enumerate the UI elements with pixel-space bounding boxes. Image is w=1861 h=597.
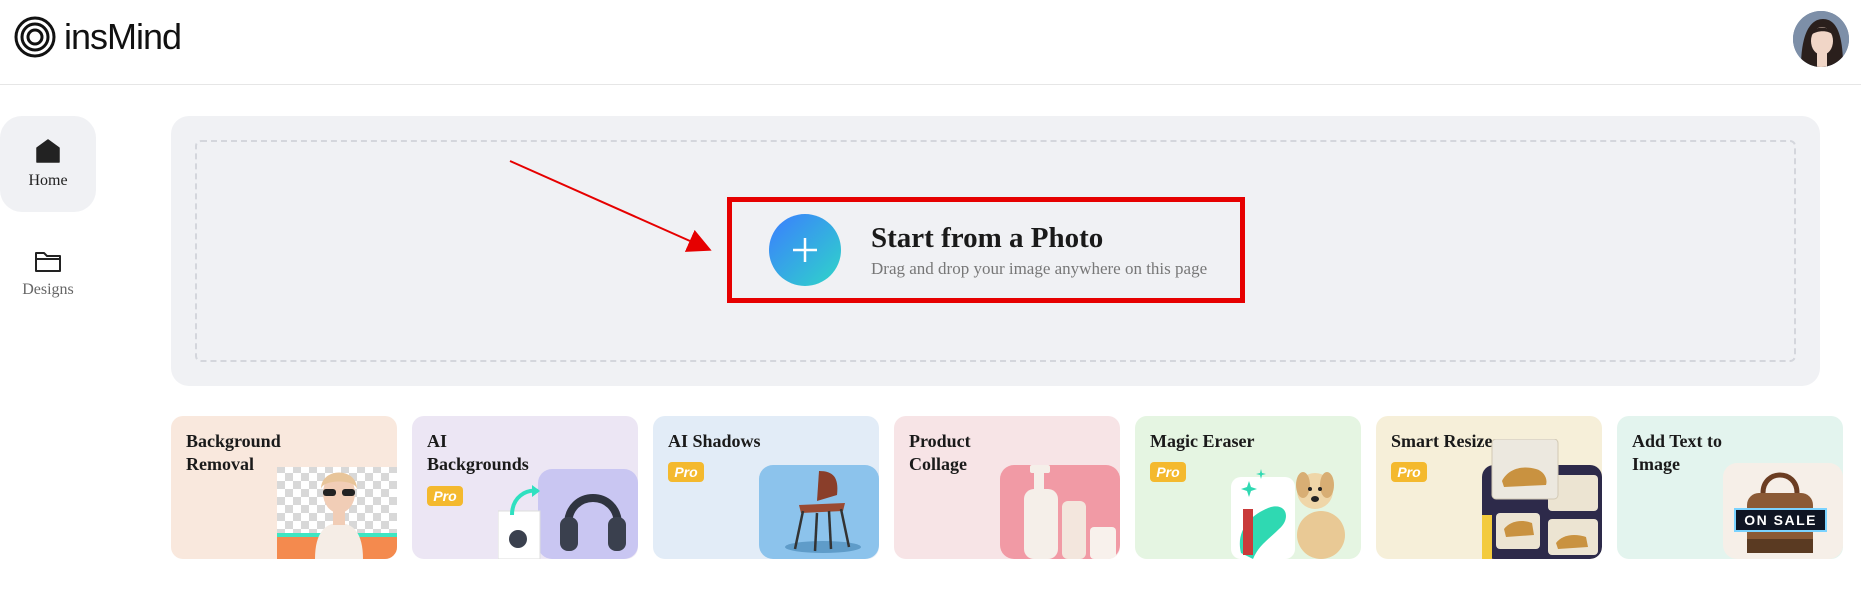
- avatar-image: [1793, 11, 1849, 67]
- start-subtitle: Drag and drop your image anywhere on thi…: [871, 258, 1208, 278]
- pro-badge: Pro: [1391, 462, 1427, 482]
- on-sale-text: ON SALE: [1744, 512, 1817, 528]
- on-sale-sticker: ON SALE: [1734, 508, 1827, 532]
- add-photo-icon: [769, 214, 841, 286]
- tool-title: Product Collage: [909, 431, 971, 474]
- tool-card-product-collage[interactable]: Product Collage: [894, 416, 1120, 559]
- magic-eraser-illustration: [1231, 469, 1345, 559]
- pro-badge: Pro: [668, 462, 704, 482]
- user-avatar[interactable]: [1793, 11, 1849, 67]
- folder-icon: [35, 252, 61, 272]
- sidebar-item-label: Designs: [22, 281, 74, 298]
- start-title: Start from a Photo: [871, 221, 1104, 254]
- tool-card-magic-eraser[interactable]: Magic Eraser Pro: [1135, 416, 1361, 559]
- ai-shadows-illustration: [759, 465, 879, 559]
- tool-cards: Background Removal AI Backgrounds Pro AI…: [171, 416, 1861, 559]
- brand-name: insMind: [64, 16, 182, 57]
- pro-badge: Pro: [1150, 462, 1186, 482]
- product-collage-illustration: [1000, 465, 1120, 559]
- left-sidebar: Home Designs: [0, 116, 96, 322]
- pro-badge: Pro: [427, 486, 463, 506]
- home-icon: [36, 139, 60, 163]
- background-removal-illustration: [277, 467, 397, 559]
- tool-card-add-text-to-image[interactable]: Add Text to Image ON SALE: [1617, 416, 1843, 559]
- tool-card-ai-shadows[interactable]: AI Shadows Pro: [653, 416, 879, 559]
- tool-title: AI Shadows: [668, 431, 761, 451]
- tool-card-background-removal[interactable]: Background Removal: [171, 416, 397, 559]
- tool-card-smart-resize[interactable]: Smart Resize Pro: [1376, 416, 1602, 559]
- add-text-illustration: [1723, 463, 1843, 559]
- plus-icon: [793, 238, 817, 262]
- start-from-photo-button[interactable]: Start from a Photo Drag and drop your im…: [727, 197, 1245, 303]
- start-from-photo-text: Start from a Photo Drag and drop your im…: [871, 222, 1207, 279]
- tool-card-ai-backgrounds[interactable]: AI Backgrounds Pro: [412, 416, 638, 559]
- smart-resize-illustration: [1482, 439, 1602, 559]
- sidebar-item-designs[interactable]: Designs: [0, 226, 96, 322]
- red-arrow-annotation: [509, 160, 712, 252]
- top-header: insMind: [0, 0, 1861, 85]
- ai-backgrounds-illustration: [498, 469, 638, 559]
- concentric-circles-logo-icon: [14, 16, 56, 58]
- brand-logo[interactable]: insMind: [14, 16, 182, 58]
- sidebar-item-home[interactable]: Home: [0, 116, 96, 212]
- sidebar-item-label: Home: [28, 172, 68, 189]
